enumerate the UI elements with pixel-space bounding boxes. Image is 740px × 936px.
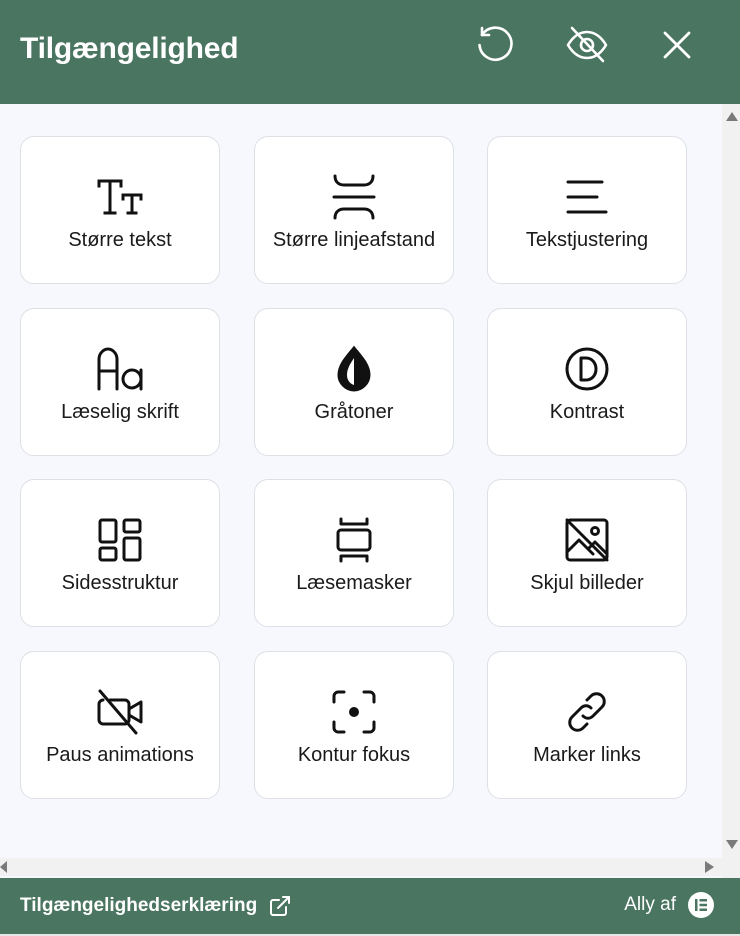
focus-outline-icon <box>330 688 378 736</box>
external-link-icon <box>269 895 291 917</box>
tool-label: Marker links <box>533 744 641 766</box>
tool-label: Kontrast <box>549 401 625 423</box>
grayscale-icon <box>330 345 378 393</box>
page-structure-icon <box>96 516 144 564</box>
reset-button[interactable] <box>472 22 518 68</box>
line-height-icon <box>330 173 378 221</box>
scroll-up-arrow-icon[interactable] <box>726 112 738 121</box>
close-icon <box>657 25 697 65</box>
text-size-icon <box>96 173 144 221</box>
tool-line-height[interactable]: Større linjeafstand <box>254 136 454 284</box>
tool-reading-mask[interactable]: Læsemasker <box>254 479 454 627</box>
tool-larger-text[interactable]: Større tekst <box>20 136 220 284</box>
panel-footer: Tilgængelighedserklæring Ally af <box>0 878 740 934</box>
hide-button[interactable] <box>564 22 610 68</box>
panel-header: Tilgængelighed <box>0 0 740 104</box>
tool-hide-images[interactable]: Skjul billeder <box>487 479 687 627</box>
ally-branding-link[interactable]: Ally af <box>624 892 714 918</box>
tool-label: Kontur fokus <box>297 744 411 766</box>
tool-contrast[interactable]: Kontrast <box>487 308 687 456</box>
tool-label: Skjul billeder <box>530 572 644 594</box>
contrast-icon <box>563 345 611 393</box>
tool-text-align[interactable]: Tekstjustering <box>487 136 687 284</box>
vertical-scrollbar[interactable] <box>722 104 740 878</box>
accessibility-panel: Tilgængelighed Større tekst Større linje… <box>0 0 740 936</box>
reset-icon <box>473 23 517 67</box>
panel-title: Tilgængelighed <box>20 32 239 65</box>
text-align-icon <box>563 173 611 221</box>
hide-icon <box>565 23 609 67</box>
close-button[interactable] <box>654 22 700 68</box>
ally-label: Ally af <box>624 894 676 915</box>
tool-label: Større tekst <box>68 229 172 251</box>
pause-animations-icon <box>96 688 144 736</box>
scroll-down-arrow-icon[interactable] <box>726 840 738 849</box>
tool-readable-font[interactable]: Læselig skrift <box>20 308 220 456</box>
highlight-links-icon <box>563 688 611 736</box>
tool-grayscale[interactable]: Gråtoner <box>254 308 454 456</box>
tools-grid: Større tekst Større linjeafstand Tekstju… <box>0 104 722 878</box>
tool-focus-outline[interactable]: Kontur fokus <box>254 651 454 799</box>
horizontal-scrollbar[interactable] <box>0 858 722 876</box>
scroll-left-arrow-icon[interactable] <box>0 861 7 873</box>
tool-label: Læselig skrift <box>61 401 179 423</box>
tool-label: Tekstjustering <box>525 229 649 251</box>
accessibility-statement-link[interactable]: Tilgængelighedserklæring <box>20 894 291 918</box>
readable-font-icon <box>96 345 144 393</box>
tool-label: Gråtoner <box>314 401 394 423</box>
tool-label: Læsemasker <box>296 572 412 594</box>
scroll-right-arrow-icon[interactable] <box>705 861 714 873</box>
hide-images-icon <box>563 516 611 564</box>
elementor-logo-icon <box>688 892 714 918</box>
tool-label: Paus animations <box>46 744 194 766</box>
tool-label: Større linjeafstand <box>272 229 436 251</box>
tool-page-structure[interactable]: Sidesstruktur <box>20 479 220 627</box>
statement-label: Tilgængelighedserklæring <box>20 895 258 916</box>
tool-highlight-links[interactable]: Marker links <box>487 651 687 799</box>
tool-pause-animations[interactable]: Paus animations <box>20 651 220 799</box>
tool-label: Sidesstruktur <box>61 572 179 594</box>
reading-mask-icon <box>330 516 378 564</box>
